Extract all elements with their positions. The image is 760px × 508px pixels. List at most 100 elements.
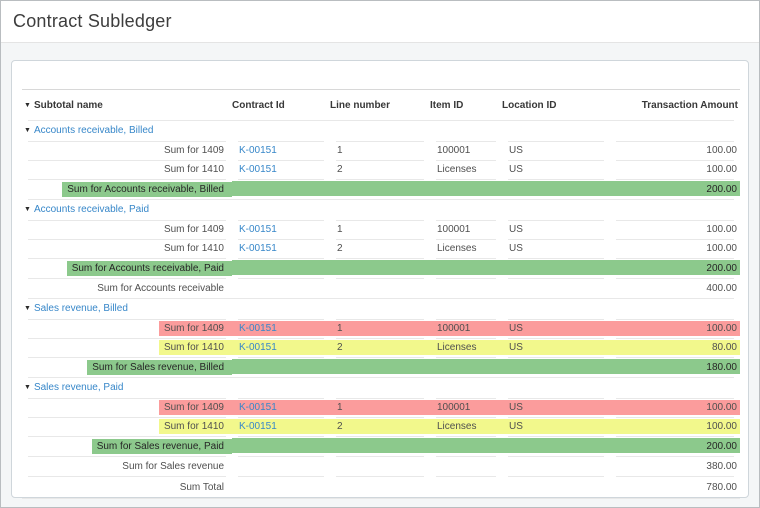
amount-cell: 400.00 [610,278,740,298]
contract-id-cell [232,357,330,377]
contract-link[interactable]: K-00151 [239,421,277,432]
line-number-cell [330,476,430,499]
column-header-label: Contract Id [232,99,285,111]
amount-cell: 180.00 [610,357,740,377]
group-link[interactable]: Accounts receivable, Billed [34,125,154,136]
group-subtotal-row: Sum for Accounts receivable, Billed 200.0… [22,179,740,199]
subtotal-label-cell: Sum for Sales revenue, Paid [22,436,232,456]
subledger-table: ▼ Subtotal name Contract Id Line number Item… [22,89,740,499]
contract-id-cell [232,278,330,298]
group-subtotal-row: Sum for Sales revenue, Paid 200.00 [22,436,740,456]
subtotal-name-cell: Sum for 1410 [22,160,232,179]
group-link[interactable]: Sales revenue, Billed [34,303,128,314]
data-row: Sum for 1410 K-00151 2 Licenses US 100.00 [22,417,740,436]
contract-id-cell: K-00151 [232,319,330,338]
group-header-cell: ▼ Sales revenue, Paid [22,377,740,398]
location-id-cell [502,357,610,377]
contract-id-cell: K-00151 [232,417,330,436]
contract-id-cell: K-00151 [232,160,330,179]
data-row: Sum for 1409 K-00151 1 100001 US 100.00 [22,398,740,417]
contract-link[interactable]: K-00151 [239,342,277,353]
subtotal-name-cell: Sum for 1410 [22,417,232,436]
contract-link[interactable]: K-00151 [239,164,277,175]
subtotal-name-cell: Sum for 1409 [22,220,232,239]
line-number-cell [330,456,430,476]
collapse-caret-icon[interactable]: ▼ [24,206,31,213]
contract-id-cell: K-00151 [232,141,330,160]
item-id-cell: Licenses [430,239,502,258]
results-panel: ▼ Subtotal name Contract Id Line number Item… [11,60,749,499]
line-number-cell: 2 [330,417,430,436]
group-header-row: ▼ Accounts receivable, Billed [22,120,740,141]
subtotal-row: Sum for Sales revenue 380.00 [22,456,740,476]
location-id-cell: US [502,220,610,239]
location-id-cell: US [502,398,610,417]
location-id-cell [502,436,610,456]
page: Contract Subledger ▼ Subtotal name Contrac… [0,0,760,508]
column-header-subtotal-name[interactable]: ▼ Subtotal name [22,89,232,120]
group-link[interactable]: Accounts receivable, Paid [34,204,149,215]
column-header-item-id[interactable]: Item ID [430,89,502,120]
contract-id-cell [232,476,330,499]
line-number-cell: 1 [330,398,430,417]
location-id-cell: US [502,160,610,179]
amount-cell: 200.00 [610,258,740,278]
location-id-cell: US [502,338,610,357]
column-header-location-id[interactable]: Location ID [502,89,610,120]
contract-id-cell [232,456,330,476]
location-id-cell [502,258,610,278]
amount-cell: 100.00 [610,160,740,179]
contract-link[interactable]: K-00151 [239,402,277,413]
column-header-label: Item ID [430,99,464,111]
item-id-cell: 100001 [430,319,502,338]
group-header-cell: ▼ Accounts receivable, Paid [22,199,740,220]
subtotal-label-cell: Sum for Accounts receivable, Paid [22,258,232,278]
line-number-cell [330,357,430,377]
title-bar: Contract Subledger [1,1,759,43]
sort-caret-icon: ▼ [24,101,31,109]
contract-link[interactable]: K-00151 [239,243,277,254]
column-header-line-number[interactable]: Line number [330,89,430,120]
contract-link[interactable]: K-00151 [239,145,277,156]
amount-cell: 200.00 [610,179,740,199]
column-header-label: Transaction Amount [641,99,738,111]
subtotal-name-cell: Sum for 1410 [22,239,232,258]
line-number-cell: 2 [330,338,430,357]
item-id-cell [430,456,502,476]
contract-id-cell [232,258,330,278]
column-header-contract-id[interactable]: Contract Id [232,89,330,120]
contract-id-cell [232,436,330,456]
data-row: Sum for 1410 K-00151 2 Licenses US 80.00 [22,338,740,357]
contract-link[interactable]: K-00151 [239,323,277,334]
item-id-cell [430,179,502,199]
subtotal-name-cell: Sum for 1409 [22,141,232,160]
group-subtotal-row: Sum for Sales revenue, Billed 180.00 [22,357,740,377]
line-number-cell: 1 [330,141,430,160]
data-row: Sum for 1409 K-00151 1 100001 US 100.00 [22,319,740,338]
subtotal-label-cell: Sum Total [22,476,232,499]
collapse-caret-icon[interactable]: ▼ [24,127,31,134]
group-link[interactable]: Sales revenue, Paid [34,382,124,393]
line-number-cell [330,436,430,456]
location-id-cell [502,476,610,499]
location-id-cell [502,456,610,476]
amount-cell: 100.00 [610,141,740,160]
line-number-cell [330,278,430,298]
subtotal-row: Sum for Accounts receivable 400.00 [22,278,740,298]
item-id-cell [430,436,502,456]
subtotal-label-cell: Sum for Sales revenue, Billed [22,357,232,377]
grand-total-row: Sum Total 780.00 [22,476,740,499]
location-id-cell [502,179,610,199]
contract-link[interactable]: K-00151 [239,224,277,235]
collapse-caret-icon[interactable]: ▼ [24,384,31,391]
contract-id-cell: K-00151 [232,398,330,417]
amount-cell: 200.00 [610,436,740,456]
page-title: Contract Subledger [13,11,172,31]
subtotal-name-cell: Sum for 1410 [22,338,232,357]
item-id-cell: 100001 [430,220,502,239]
column-header-transaction-amount[interactable]: Transaction Amount [610,89,740,120]
collapse-caret-icon[interactable]: ▼ [24,305,31,312]
group-header-cell: ▼ Sales revenue, Billed [22,298,740,319]
group-subtotal-row: Sum for Accounts receivable, Paid 200.00 [22,258,740,278]
contract-id-cell: K-00151 [232,338,330,357]
